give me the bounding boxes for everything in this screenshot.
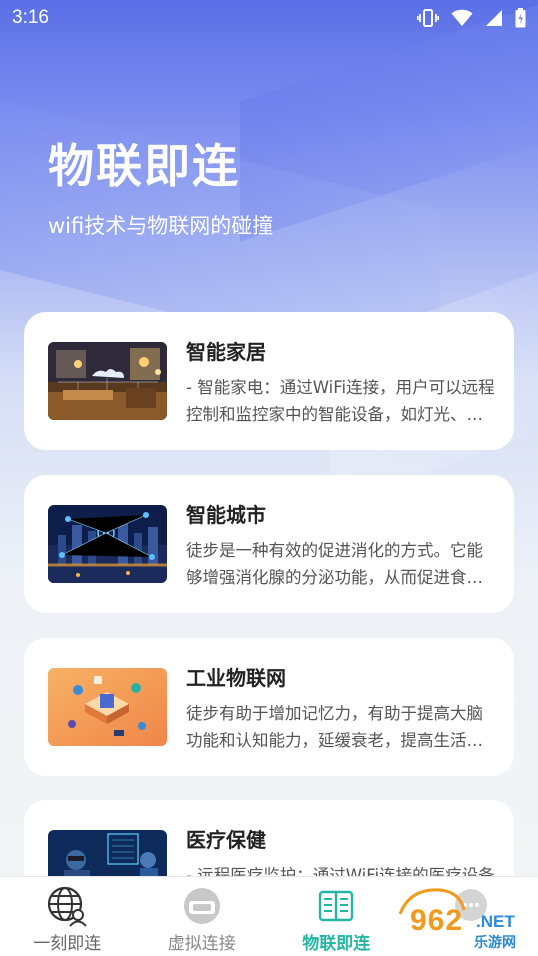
status-icons: [417, 8, 526, 28]
tab-label: 物联即连: [302, 934, 371, 954]
site-watermark: 962 .NET 乐游网: [396, 884, 538, 956]
card-body: 工业物联网 徒步有助于增加记忆力，有助于提高大脑功能和认知能力，延缓衰老，提高生…: [186, 664, 496, 754]
vr-headset-icon: [181, 885, 223, 927]
tab-xuni-lianjie[interactable]: 虚拟连接: [135, 877, 270, 956]
card-description: 徒步是一种有效的促进消化的方式。它能够增强消化腺的分泌功能，从而促进食物的消化和…: [186, 541, 483, 587]
background-plane: [240, 0, 538, 242]
watermark-name: 乐游网: [474, 935, 516, 951]
card-title: 工业物联网: [186, 666, 286, 690]
card-description: 徒步有助于增加记忆力，有助于提高大脑功能和认知能力，延缓衰老，提高生活质量。: [186, 704, 483, 750]
smart-home-image: [48, 342, 167, 420]
battery-icon: [515, 8, 526, 28]
card-title: 智能城市: [186, 503, 266, 527]
card-title: 智能家居: [186, 340, 266, 364]
card-industrial-iot[interactable]: 工业物联网 徒步有助于增加记忆力，有助于提高大脑功能和认知能力，延缓衰老，提高生…: [24, 638, 514, 776]
card-smart-home[interactable]: 智能家居 - 智能家电：通过WiFi连接，用户可以远程控制和监控家中的智能设备，…: [24, 312, 514, 450]
industrial-iot-image: [48, 668, 167, 746]
page-title: 物联即连: [48, 139, 240, 193]
book-icon: [315, 885, 357, 927]
globe-user-icon: [46, 885, 88, 927]
watermark-brand: 962: [410, 904, 464, 937]
tab-label: 一刻即连: [33, 934, 102, 954]
watermark-domain: .NET: [476, 912, 515, 931]
card-title: 医疗保健: [186, 828, 266, 852]
tab-yike-jilian[interactable]: 一刻即连: [0, 877, 135, 956]
tab-wulian-jilian[interactable]: 物联即连: [269, 877, 404, 956]
card-body: 智能家居 - 智能家电：通过WiFi连接，用户可以远程控制和监控家中的智能设备，…: [186, 338, 496, 428]
card-body: 智能城市 徒步是一种有效的促进消化的方式。它能够增强消化腺的分泌功能，从而促进食…: [186, 501, 496, 591]
status-time: 3:16: [12, 7, 49, 28]
card-smart-city[interactable]: 智能城市 徒步是一种有效的促进消化的方式。它能够增强消化腺的分泌功能，从而促进食…: [24, 475, 514, 613]
status-bar: 3:16: [0, 0, 538, 36]
wifi-icon: [451, 9, 473, 27]
page-subtitle: wifi技术与物联网的碰撞: [48, 214, 274, 238]
tab-label: 虚拟连接: [167, 934, 236, 954]
signal-icon: [485, 9, 503, 27]
smart-city-image: [48, 505, 167, 583]
card-description: - 智能家电：通过WiFi连接，用户可以远程控制和监控家中的智能设备，如灯光、空…: [186, 378, 495, 424]
vibrate-icon: [417, 9, 439, 27]
